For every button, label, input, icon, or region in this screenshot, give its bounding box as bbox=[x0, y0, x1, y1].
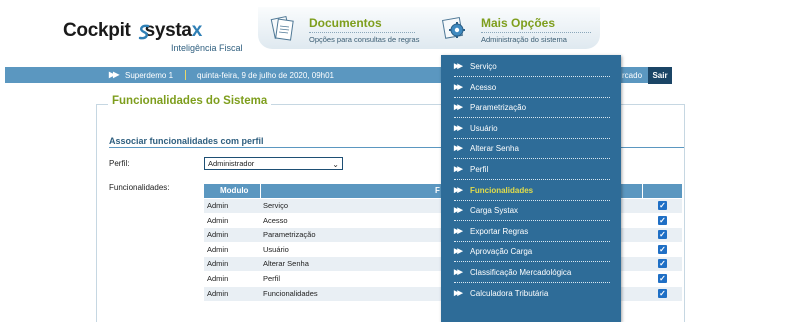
tab-documentos-subtitle: Opções para consultas de regras bbox=[309, 35, 420, 44]
double-arrow-icon: ▶▶ bbox=[109, 70, 119, 79]
cell-modulo: Admin bbox=[207, 288, 229, 298]
menu-item[interactable]: ▶▶ Calculadora Tributária bbox=[441, 284, 621, 304]
column-divider bbox=[642, 184, 643, 198]
menu-item[interactable]: ▶▶ Acesso bbox=[441, 78, 621, 98]
menu-item-label: Usuário bbox=[470, 123, 498, 133]
column-divider bbox=[260, 184, 261, 198]
cell-funcionalidade: Alterar Senha bbox=[263, 259, 309, 269]
cell-modulo: Admin bbox=[207, 230, 229, 240]
menu-item[interactable]: ▶▶ Funcionalidades bbox=[441, 181, 621, 201]
row-checkbox[interactable]: ✓ bbox=[658, 244, 667, 254]
current-user: Superdemo 1 bbox=[125, 71, 174, 80]
mais-opcoes-dropdown-menu: ▶▶ Serviço ▶▶ Acesso ▶▶ Parametrização ▶▶ Usuár… bbox=[441, 55, 621, 322]
double-arrow-icon: ▶▶ bbox=[454, 63, 463, 70]
row-checkbox[interactable]: ✓ bbox=[658, 274, 667, 283]
menu-item[interactable]: ▶▶ Usuário bbox=[441, 119, 621, 139]
menu-item-label: Funcionalidades bbox=[470, 185, 534, 195]
section-title: Associar funcionalidades com perfil bbox=[109, 136, 264, 146]
logout-button[interactable]: Sair bbox=[648, 67, 672, 84]
cell-modulo: Admin bbox=[207, 201, 229, 210]
logo-word-x: x bbox=[191, 20, 203, 41]
menu-item[interactable]: ▶▶ Alterar Senha bbox=[441, 139, 621, 160]
menu-item-label: Classificação Mercadológica bbox=[470, 268, 572, 277]
profile-label: Perfil: bbox=[109, 159, 130, 168]
bar-separator bbox=[185, 70, 186, 80]
chevron-down-icon: ⌄ bbox=[332, 160, 339, 169]
tab-mais-opcoes-subtitle: Administração do sistema bbox=[481, 35, 567, 44]
top-navigation: Documentos Opções para consultas de regr… bbox=[258, 7, 600, 49]
double-arrow-icon: ▶▶ bbox=[454, 104, 463, 112]
menu-item-label: Parametrização bbox=[470, 103, 527, 113]
menu-item[interactable]: ▶▶ Exportar Regras bbox=[441, 222, 621, 242]
double-arrow-icon: ▶▶ bbox=[454, 83, 463, 91]
app-window: Cockpit systax Inteligência Fiscal Docume… bbox=[0, 0, 786, 322]
menu-item-label: Alterar Senha bbox=[470, 144, 519, 154]
column-header-modulo: Modulo bbox=[220, 186, 249, 195]
tab-mais-opcoes[interactable]: Mais Opções Administração do sistema bbox=[430, 7, 600, 49]
cell-modulo: Admin bbox=[207, 244, 229, 254]
menu-item-label: Perfil bbox=[470, 165, 489, 174]
features-label: Funcionalidades: bbox=[109, 183, 170, 192]
double-arrow-icon: ▶▶ bbox=[454, 124, 463, 132]
cell-modulo: Admin bbox=[207, 274, 229, 283]
cell-funcionalidade: Perfil bbox=[263, 274, 281, 283]
tab-documentos[interactable]: Documentos Opções para consultas de regr… bbox=[258, 7, 428, 49]
page-title: Funcionalidades do Sistema bbox=[108, 95, 272, 107]
menu-item-label: Exportar Regras bbox=[470, 226, 529, 236]
tab-documentos-title: Documentos bbox=[309, 16, 382, 30]
menu-item-label: Acesso bbox=[470, 82, 497, 92]
row-checkbox[interactable]: ✓ bbox=[658, 215, 667, 225]
menu-item[interactable]: ▶▶ Carga Systax bbox=[441, 201, 621, 222]
content-frame-right bbox=[684, 104, 685, 322]
double-arrow-icon: ▶▶ bbox=[454, 166, 463, 173]
cell-funcionalidade: Parametrização bbox=[263, 230, 316, 240]
cell-funcionalidade: Acesso bbox=[263, 215, 288, 225]
logo-word-systa: systa bbox=[144, 20, 192, 41]
double-arrow-icon: ▶▶ bbox=[454, 269, 463, 276]
row-checkbox[interactable]: ✓ bbox=[658, 230, 667, 240]
double-arrow-icon: ▶▶ bbox=[454, 145, 463, 153]
documents-icon bbox=[270, 15, 294, 41]
tab-mais-opcoes-divider bbox=[481, 32, 591, 33]
cell-modulo: Admin bbox=[207, 215, 229, 225]
logo-swirl-icon bbox=[138, 24, 150, 40]
row-checkbox[interactable]: ✓ bbox=[658, 288, 667, 298]
menu-item-label: Calculadora Tributária bbox=[470, 288, 549, 298]
tab-documentos-divider bbox=[309, 32, 415, 33]
menu-item-label: Aprovação Carga bbox=[470, 247, 533, 257]
profile-select-value: Administrador bbox=[208, 159, 255, 168]
row-checkbox[interactable]: ✓ bbox=[658, 201, 667, 210]
cell-modulo: Admin bbox=[207, 259, 229, 269]
logo-wordmark: Cockpit systax bbox=[63, 20, 202, 42]
cell-funcionalidade: Usuário bbox=[263, 244, 289, 254]
menu-item[interactable]: ▶▶ Aprovação Carga bbox=[441, 242, 621, 263]
gear-icon bbox=[441, 16, 465, 39]
menu-item[interactable]: ▶▶ Perfil bbox=[441, 160, 621, 180]
logo-word-cockpit: Cockpit bbox=[63, 20, 131, 41]
row-checkbox[interactable]: ✓ bbox=[658, 259, 667, 269]
double-arrow-icon: ▶▶ bbox=[454, 227, 463, 235]
double-arrow-icon: ▶▶ bbox=[454, 289, 463, 297]
content-frame-left bbox=[96, 104, 97, 322]
column-header-funcionalidade: F bbox=[435, 186, 440, 195]
logo-subtitle: Inteligência Fiscal bbox=[171, 43, 243, 53]
double-arrow-icon: ▶▶ bbox=[454, 207, 463, 215]
menu-item[interactable]: ▶▶ Classificação Mercadológica bbox=[441, 263, 621, 283]
tab-mais-opcoes-title: Mais Opções bbox=[481, 16, 556, 30]
menu-item[interactable]: ▶▶ Parametrização bbox=[441, 98, 621, 119]
cell-funcionalidade: Funcionalidades bbox=[263, 288, 318, 298]
logo[interactable]: Cockpit systax Inteligência Fiscal bbox=[63, 20, 243, 58]
menu-item-label: Serviço bbox=[470, 62, 497, 71]
double-arrow-icon: ▶▶ bbox=[454, 186, 463, 194]
profile-select[interactable]: Administrador ⌄ bbox=[204, 157, 343, 170]
double-arrow-icon: ▶▶ bbox=[454, 248, 463, 256]
menu-item-label: Carga Systax bbox=[470, 206, 519, 216]
current-date: quinta-feira, 9 de julho de 2020, 09h01 bbox=[197, 71, 334, 80]
cell-funcionalidade: Serviço bbox=[263, 201, 289, 210]
menu-item[interactable]: ▶▶ Serviço bbox=[441, 57, 621, 77]
bar-right-link[interactable]: rcado bbox=[622, 71, 642, 80]
